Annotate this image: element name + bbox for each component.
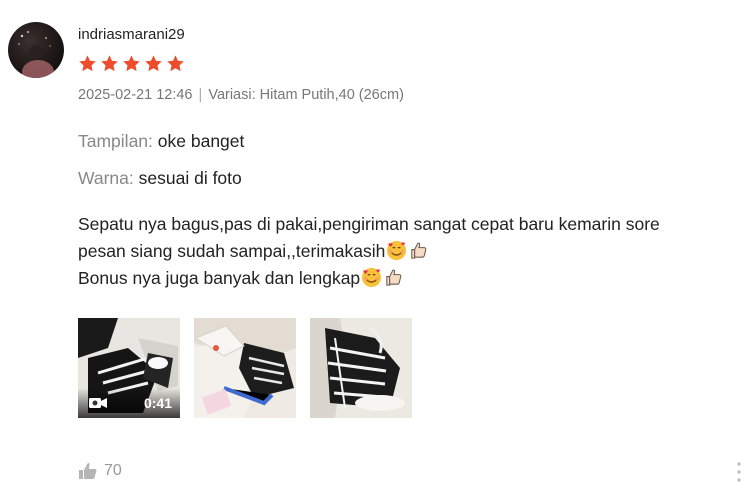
username[interactable]: indriasmarani29	[78, 26, 185, 43]
like-section[interactable]: 70	[78, 462, 122, 480]
comment-line: Sepatu nya bagus,pas di pakai,pengiriman…	[78, 214, 660, 234]
comment-text: pesan siang sudah sampai,,terimakasih	[78, 241, 386, 261]
variation-label: Variasi:	[208, 87, 256, 103]
smiling-face-hearts-icon	[362, 267, 382, 288]
attribute-color: Warna: sesuai di foto	[78, 168, 242, 189]
comment-text: Bonus nya juga banyak dan lengkap	[78, 268, 361, 288]
review-meta: 2025-02-21 12:46 | Variasi: Hitam Putih,…	[78, 87, 404, 103]
review-timestamp: 2025-02-21 12:46	[78, 87, 193, 103]
video-duration: 0:41	[143, 395, 172, 411]
star-icon	[123, 55, 140, 72]
review-comment: Sepatu nya bagus,pas di pakai,pengiriman…	[78, 211, 738, 292]
attribute-key: Tampilan:	[78, 131, 153, 151]
attribute-value: sesuai di foto	[138, 168, 242, 188]
like-count: 70	[104, 462, 122, 479]
attribute-value: oke banget	[157, 131, 245, 151]
user-avatar[interactable]	[8, 22, 64, 78]
attribute-key: Warna:	[78, 168, 134, 188]
attribute-appearance: Tampilan: oke banget	[78, 131, 244, 152]
review-media: 0:41	[78, 318, 412, 418]
rating-stars	[78, 54, 185, 73]
video-overlay: 0:41	[78, 388, 180, 418]
more-options-icon[interactable]	[736, 460, 742, 484]
variation-value: Hitam Putih,40 (26cm)	[259, 87, 404, 103]
comment-line: pesan siang sudah sampai,,terimakasih	[78, 238, 738, 265]
comment-line: Bonus nya juga banyak dan lengkap	[78, 265, 738, 292]
meta-separator: |	[198, 87, 203, 103]
media-image-thumbnail[interactable]	[310, 318, 412, 418]
star-icon	[101, 55, 118, 72]
star-icon	[79, 55, 96, 72]
media-image-thumbnail[interactable]	[194, 318, 296, 418]
thumbs-up-emoji-icon	[411, 242, 427, 259]
media-video-thumbnail[interactable]: 0:41	[78, 318, 180, 418]
thumbs-up-emoji-icon	[386, 269, 402, 286]
star-icon	[167, 55, 184, 72]
star-icon	[145, 55, 162, 72]
video-camera-icon	[89, 398, 107, 408]
smiling-face-hearts-icon	[387, 240, 407, 261]
thumbs-up-icon[interactable]	[78, 462, 98, 480]
